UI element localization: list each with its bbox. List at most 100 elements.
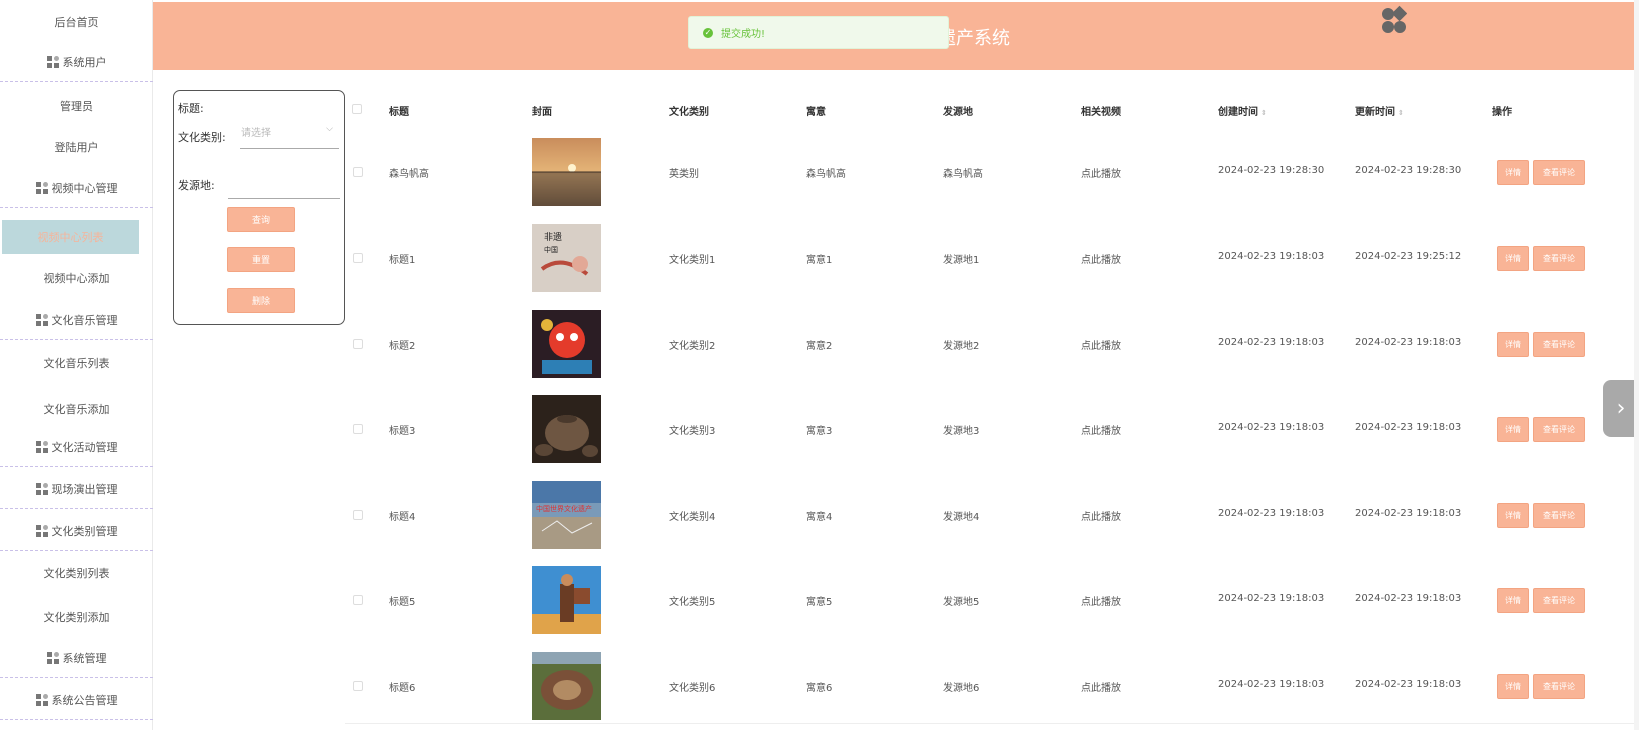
sidebar-item-15[interactable]: 系统管理 [0,638,153,678]
cover-image [532,310,601,378]
logo-icon [1382,5,1407,33]
sidebar-item-10[interactable]: 文化活动管理 [0,427,153,467]
cell-origin: 发源地1 [943,255,980,266]
reset-button[interactable]: 重置 [227,247,295,272]
view-comments-button[interactable]: 查看评论 [1533,674,1585,699]
play-video-link[interactable]: 点此播放 [1081,422,1121,437]
detail-button[interactable]: 详情 [1497,674,1529,699]
col-header-created[interactable]: 创建时间 ⇕ [1218,103,1267,118]
cell-origin: 森鸟帆高 [943,169,983,180]
view-comments-button[interactable]: 查看评论 [1533,246,1585,271]
play-video-link[interactable]: 点此播放 [1081,679,1121,694]
sidebar-item-14[interactable]: 文化类别添加 [0,597,153,637]
cell-created-time: 2024-02-23 19:18:03 [1218,251,1325,262]
cover-image [532,138,601,206]
sidebar-item-label: 后台首页 [54,16,99,29]
view-comments-button[interactable]: 查看评论 [1533,588,1585,613]
table-bottom-border [345,723,1639,724]
sidebar-item-0[interactable]: 后台首页 [0,2,153,42]
sidebar-item-label: 文化音乐管理 [51,313,118,327]
sort-icon[interactable]: ⇕ [1398,109,1404,117]
sidebar-item-label: 系统用户 [62,55,107,69]
row-checkbox[interactable] [353,167,363,177]
menu-group-icon [46,55,59,68]
cell-title: 标题4 [389,512,416,523]
detail-button[interactable]: 详情 [1497,332,1529,357]
detail-button[interactable]: 详情 [1497,160,1529,185]
col-header-updated[interactable]: 更新时间 ⇕ [1355,103,1404,118]
cell-created-time: 2024-02-23 19:18:03 [1218,337,1325,348]
sidebar-item-9[interactable]: 文化音乐添加 [0,389,153,429]
select-all-checkbox[interactable] [352,104,362,114]
sidebar-item-16[interactable]: 系统公告管理 [0,680,153,720]
category-select[interactable]: 请选择 ⌵ [241,124,337,142]
svg-text:中国世界文化遗产: 中国世界文化遗产 [536,504,592,513]
play-video-link[interactable]: 点此播放 [1081,508,1121,523]
sidebar-item-13[interactable]: 文化类别列表 [0,553,153,593]
cell-meaning: 寓意4 [806,512,833,523]
cell-title: 森鸟帆高 [389,169,429,180]
origin-input[interactable] [228,198,340,199]
cell-meaning: 寓意6 [806,683,833,694]
sidebar-item-12[interactable]: 文化类别管理 [0,511,153,551]
cell-category: 文化类别1 [669,255,716,266]
sidebar-item-label: 文化活动管理 [51,440,118,454]
category-underline [240,148,339,149]
detail-button[interactable]: 详情 [1497,503,1529,528]
sidebar-item-4[interactable]: 视频中心管理 [0,168,153,208]
delete-button[interactable]: 删除 [227,288,295,313]
row-checkbox[interactable] [353,253,363,263]
cell-origin: 发源地5 [943,597,980,608]
title-filter-label: 标题: [178,102,204,115]
row-checkbox[interactable] [353,339,363,349]
play-video-link[interactable]: 点此播放 [1081,593,1121,608]
view-comments-button[interactable]: 查看评论 [1533,503,1585,528]
sidebar-item-8[interactable]: 文化音乐列表 [0,343,153,383]
detail-button[interactable]: 详情 [1497,246,1529,271]
cell-created-time: 2024-02-23 19:18:03 [1218,422,1325,433]
cell-origin: 发源地6 [943,683,980,694]
menu-group-icon [35,693,48,706]
sidebar-item-label: 系统公告管理 [51,693,118,707]
sort-icon[interactable]: ⇕ [1261,109,1267,117]
cover-image: 非遗 中国 [532,224,601,292]
col-header-video: 相关视频 [1081,107,1121,118]
detail-button[interactable]: 详情 [1497,417,1529,442]
menu-group-icon [35,313,48,326]
sidebar-item-1[interactable]: 系统用户 [0,42,153,82]
cell-title: 标题3 [389,426,416,437]
play-video-link[interactable]: 点此播放 [1081,165,1121,180]
detail-button[interactable]: 详情 [1497,588,1529,613]
category-select-placeholder: 请选择 [241,128,271,139]
col-header-cover: 封面 [532,107,552,118]
sidebar-item-3[interactable]: 登陆用户 [0,127,153,167]
view-comments-button[interactable]: 查看评论 [1533,160,1585,185]
play-video-link[interactable]: 点此播放 [1081,251,1121,266]
row-checkbox[interactable] [353,510,363,520]
col-header-meaning: 寓意 [806,107,826,118]
row-checkbox[interactable] [353,424,363,434]
view-comments-button[interactable]: 查看评论 [1533,417,1585,442]
sidebar-item-label: 文化类别添加 [43,611,110,624]
col-header-actions: 操作 [1492,107,1512,118]
col-header-category: 文化类别 [669,107,709,118]
sidebar-item-label: 管理员 [60,100,93,113]
sidebar-item-label: 系统管理 [62,651,107,665]
cell-title: 标题5 [389,597,416,608]
sidebar-item-5[interactable]: 视频中心列表 [2,220,139,254]
sidebar: 后台首页 系统用户 管理员 登陆用户 视频中心管理 视频中心列表 视频中心添加 文化音乐管理文… [0,0,153,730]
query-button[interactable]: 查询 [227,207,295,232]
origin-filter-label: 发源地: [178,179,215,192]
play-video-link[interactable]: 点此播放 [1081,337,1121,352]
view-comments-button[interactable]: 查看评论 [1533,332,1585,357]
row-checkbox[interactable] [353,595,363,605]
cell-created-time: 2024-02-23 19:18:03 [1218,679,1325,690]
sidebar-item-7[interactable]: 文化音乐管理 [0,300,153,340]
cell-updated-time: 2024-02-23 19:18:03 [1355,508,1462,519]
row-checkbox[interactable] [353,681,363,691]
scrollbar[interactable] [1634,0,1639,730]
sidebar-item-2[interactable]: 管理员 [0,86,153,126]
sidebar-item-6[interactable]: 视频中心添加 [0,258,153,298]
cell-updated-time: 2024-02-23 19:25:12 [1355,251,1462,262]
sidebar-item-11[interactable]: 现场演出管理 [0,469,153,509]
